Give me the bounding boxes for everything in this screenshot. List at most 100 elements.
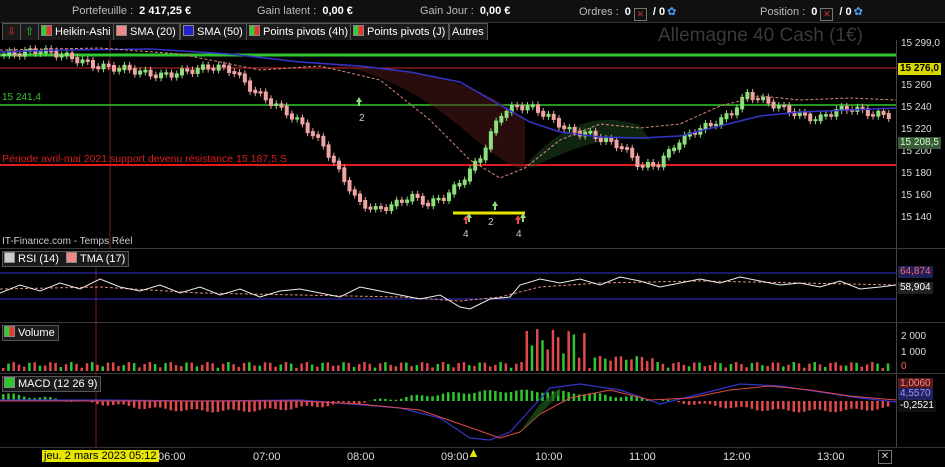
pivot-label: 2 <box>359 113 365 124</box>
volume-bar <box>259 366 262 371</box>
position-total: / 0 <box>839 6 851 18</box>
macd-bar <box>232 401 235 410</box>
sma50-button[interactable]: SMA (50) <box>180 23 247 41</box>
macd-bar <box>803 401 806 412</box>
level-label: 15 241,4 <box>2 92 41 103</box>
candle <box>379 206 383 209</box>
macd-bar <box>793 401 796 412</box>
rsi-panel[interactable]: RSI (14) TMA (17) <box>0 249 896 322</box>
volume-legend[interactable]: Volume <box>2 325 59 341</box>
candle <box>520 105 524 110</box>
candle <box>604 138 608 142</box>
volume-bar <box>813 362 816 371</box>
volume-bar <box>285 362 288 371</box>
candle <box>300 117 304 124</box>
candle <box>505 111 509 118</box>
volume-bar <box>793 362 796 371</box>
macd-bar <box>143 401 146 409</box>
candle <box>2 54 6 56</box>
volume-bar <box>494 365 497 371</box>
candle <box>620 146 624 149</box>
volume-bar <box>321 363 324 371</box>
volume-bar <box>526 331 529 371</box>
volume-bar <box>698 362 701 371</box>
volume-bar <box>133 363 136 371</box>
candle <box>101 64 105 70</box>
candle <box>421 196 425 205</box>
volume-bar <box>269 363 272 371</box>
volume-bar <box>379 363 382 371</box>
volume-bar <box>478 362 481 371</box>
time-axis[interactable]: jeu. 2 mars 2023 05:12 06:00 07:00 08:00… <box>0 447 945 467</box>
sma20-button[interactable]: SMA (20) <box>113 23 180 41</box>
volume-tick: 2 000 <box>901 331 926 342</box>
gear-icon[interactable]: ✿ <box>667 6 676 18</box>
candle <box>201 64 205 69</box>
current-price-tag: 15 276,0 <box>898 63 941 75</box>
volume-bar <box>44 365 47 371</box>
latent-gain: Gain latent :0,00 € <box>257 5 353 17</box>
gear-icon[interactable]: ✿ <box>854 6 863 18</box>
pivot-4h-button[interactable]: Points pivots (4h) <box>246 23 352 41</box>
volume-panel[interactable]: Volume <box>0 323 896 373</box>
candle <box>154 74 158 78</box>
volume-bar <box>882 368 885 371</box>
macd-bar <box>798 401 801 412</box>
price-panel[interactable]: 15 241,4 Période avril-mai 2021 support … <box>0 40 896 248</box>
volume-bar <box>620 356 623 371</box>
close-icon[interactable]: ✕ <box>878 450 892 464</box>
position[interactable]: Position :0✕/ 0✿ <box>760 5 863 21</box>
macd-legend[interactable]: MACD (12 26 9) <box>2 376 101 392</box>
macd-panel[interactable]: MACD (12 26 9) <box>0 374 896 447</box>
volume-bar <box>185 362 188 371</box>
macd-value-2: 4,5570 <box>898 388 933 400</box>
macd-bar <box>735 401 738 407</box>
more-button[interactable]: Autres <box>449 23 488 41</box>
candle <box>745 92 749 99</box>
candle <box>552 114 556 120</box>
candle <box>243 73 247 82</box>
volume-bar <box>583 333 586 371</box>
orders[interactable]: Ordres :0✕/ 0✿ <box>579 5 676 21</box>
macd-bar <box>274 401 277 409</box>
candle <box>217 65 221 71</box>
macd-bar <box>719 401 722 408</box>
macd-bar <box>437 395 440 401</box>
candle <box>468 169 472 182</box>
volume-bar <box>447 364 450 371</box>
candle <box>316 134 320 138</box>
upload-icon[interactable]: ⇧ <box>20 23 40 41</box>
macd-bar <box>154 401 157 407</box>
volume-bar <box>588 368 591 371</box>
candle <box>515 105 519 107</box>
rsi-legend[interactable]: RSI (14) TMA (17) <box>2 251 129 267</box>
macd-bar <box>410 395 413 401</box>
macd-bar <box>625 397 628 401</box>
candle <box>164 72 168 74</box>
candle <box>416 194 420 198</box>
candle <box>232 71 236 74</box>
heikin-ashi-button[interactable]: Heikin-Ashi <box>38 23 115 41</box>
pivot-icon <box>353 25 364 36</box>
macd-bar <box>149 401 152 408</box>
time-tick: 09:00 <box>441 451 469 463</box>
macd-bar <box>876 401 879 410</box>
pivot-day-button[interactable]: Points pivots (J) <box>350 23 449 41</box>
volume-bar <box>374 368 377 371</box>
macd-bar <box>594 393 597 401</box>
volume-bar <box>510 368 512 371</box>
close-orders-icon[interactable]: ✕ <box>634 8 647 21</box>
download-icon[interactable]: ⇩ <box>2 23 22 41</box>
candle <box>342 167 346 182</box>
close-position-icon[interactable]: ✕ <box>820 8 833 21</box>
volume-bar <box>651 358 654 371</box>
candle <box>615 140 619 148</box>
macd-bar <box>866 401 869 411</box>
macd-bar <box>845 401 848 410</box>
volume-bar <box>353 367 356 371</box>
volume-bar <box>86 363 89 371</box>
volume-bar <box>557 337 560 371</box>
volume-bar <box>861 367 864 371</box>
macd-bar <box>243 401 246 412</box>
price-chart <box>0 40 896 248</box>
